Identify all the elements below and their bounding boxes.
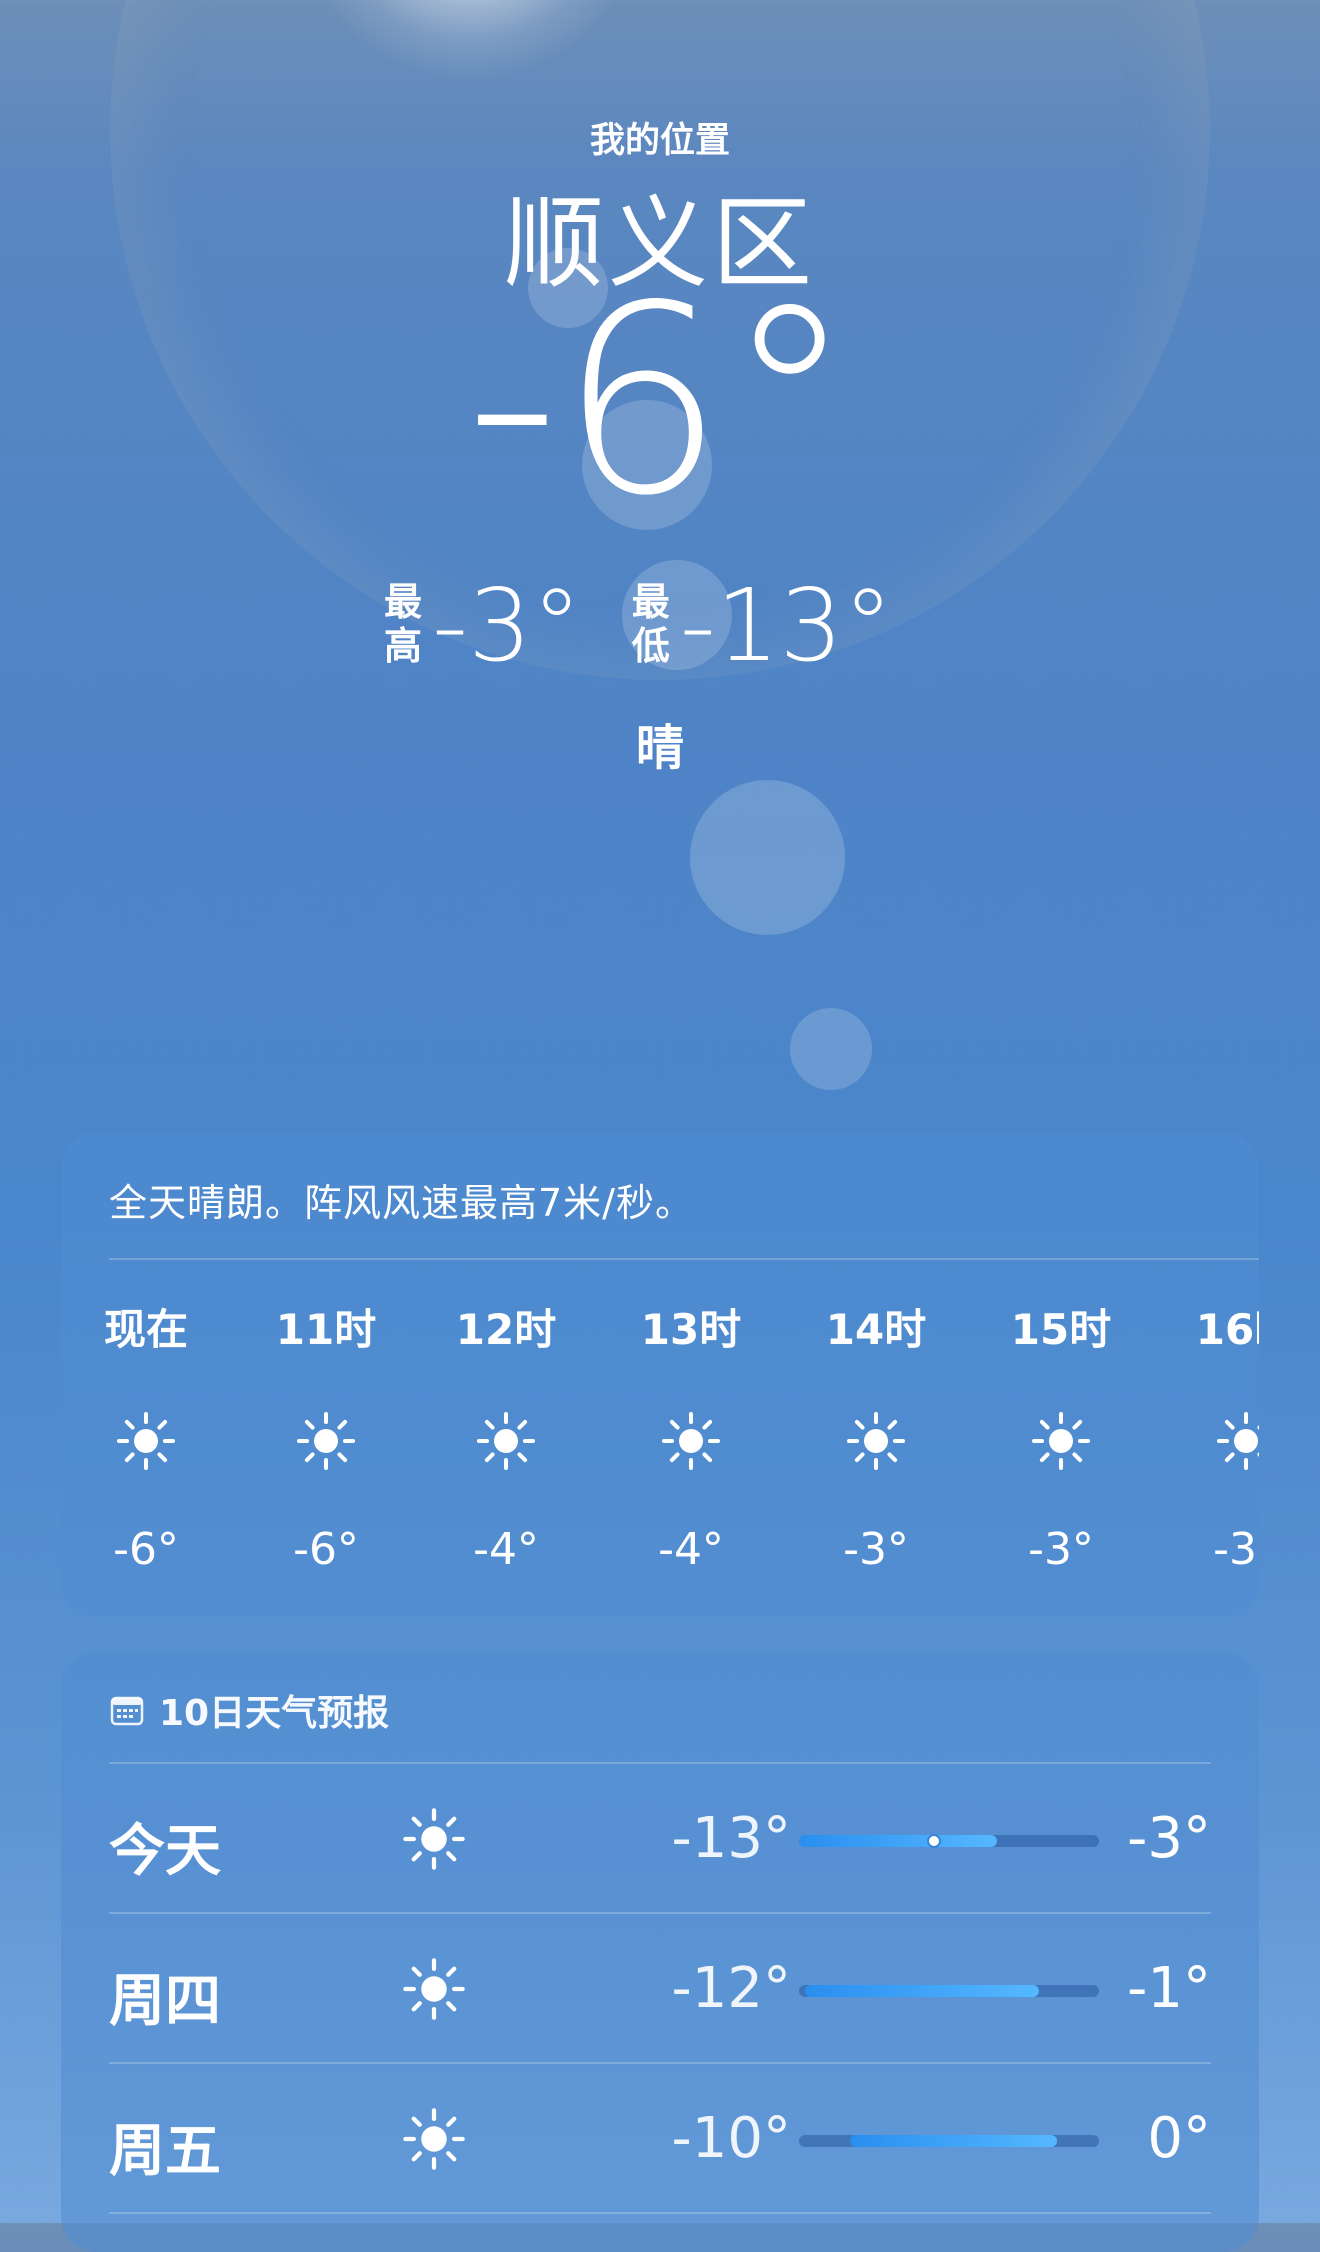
- high-label: 最 高: [384, 581, 422, 668]
- hourly-summary: 全天晴朗。阵风风速最高7米/秒。: [109, 1181, 694, 1225]
- hour-time: 现在: [103, 1305, 188, 1354]
- hour-icon-wrap: [1213, 1408, 1259, 1474]
- hour-time: 11时: [275, 1305, 377, 1354]
- hour-time: 16时: [1195, 1305, 1259, 1354]
- sun-icon: [297, 1412, 355, 1470]
- sun-icon: [403, 1958, 465, 2020]
- day-high-temp: -1°: [1127, 1956, 1211, 2021]
- lens-flare: [790, 1008, 872, 1090]
- divider: [109, 1258, 1259, 1260]
- hour-temp: -4°: [658, 1524, 724, 1575]
- hour-temp: -6°: [113, 1524, 179, 1575]
- day-low-temp: -13°: [671, 1806, 791, 1871]
- hour-temp: -3°: [1213, 1524, 1259, 1575]
- hour-icon-wrap: [658, 1408, 724, 1474]
- sun-icon: [1032, 1412, 1090, 1470]
- day-low-temp: -12°: [671, 1956, 791, 2021]
- hourly-item: 13时 -4°: [626, 1300, 756, 1575]
- day-high-temp: -3°: [1127, 1806, 1211, 1871]
- sun-icon: [477, 1412, 535, 1470]
- temperature-range-bar: [799, 2135, 1099, 2147]
- hour-icon-wrap: [473, 1408, 539, 1474]
- calendar-icon: [110, 1696, 144, 1726]
- temperature-range-bar: [799, 1985, 1099, 1997]
- hour-time: 12时: [455, 1305, 557, 1354]
- hourly-item: 15时 -3°: [996, 1300, 1126, 1575]
- daily-forecast-title: 10日天气预报: [159, 1693, 390, 1734]
- hourly-item: 11时 -6°: [261, 1300, 391, 1575]
- hour-temp: -4°: [473, 1524, 539, 1575]
- sun-icon: [1217, 1412, 1259, 1470]
- daily-forecast-header: 10日天气预报: [109, 1684, 389, 1736]
- divider: [109, 2212, 1211, 2214]
- sun-icon: [662, 1412, 720, 1470]
- hourly-forecast-card[interactable]: 全天晴朗。阵风风速最高7米/秒。 现在 -6° 11时 -6° 12时 -4° 13时 -4°…: [61, 1132, 1259, 1617]
- low-label: 最 低: [632, 581, 670, 668]
- high-temp: -3°: [432, 566, 582, 684]
- sun-icon: [847, 1412, 905, 1470]
- low-label-char-1: 最: [631, 580, 670, 625]
- hour-icon-wrap: [843, 1408, 909, 1474]
- location-label: 我的位置: [589, 121, 730, 161]
- hour-icon-wrap: [113, 1408, 179, 1474]
- hour-time: 15时: [1010, 1305, 1112, 1354]
- hour-time: 14时: [825, 1305, 927, 1354]
- high-label-char-2: 高: [384, 624, 423, 668]
- daily-forecast-card[interactable]: 10日天气预报 今天 -13° -3° 周四 -12° -1° 周五 -10° 0°: [61, 1652, 1259, 2252]
- day-high-temp: 0°: [1147, 2106, 1211, 2171]
- daily-row[interactable]: 周四 -12° -1°: [109, 1914, 1211, 2064]
- daily-row[interactable]: 周五 -10° 0°: [109, 2064, 1211, 2214]
- hour-temp: -3°: [1028, 1524, 1094, 1575]
- current-temp-marker: [927, 1834, 941, 1848]
- temperature-range-bar: [799, 1834, 1099, 1848]
- sun-icon: [403, 2108, 465, 2170]
- lens-flare: [690, 780, 845, 935]
- day-icon-wrap: [399, 1954, 469, 2024]
- temperature-range-fill: [799, 1835, 997, 1847]
- high-label-char-1: 最: [384, 580, 423, 625]
- temperature-range-fill: [850, 2135, 1057, 2147]
- day-low-temp: -10°: [671, 2106, 791, 2171]
- day-name: 今天: [109, 1819, 221, 1884]
- hourly-item: 14时 -3°: [811, 1300, 941, 1575]
- high-low-temps: 最 高 -3° 最 低 -13°: [384, 567, 943, 684]
- hourly-item: 16时 -3°: [1181, 1300, 1259, 1575]
- hourly-item: 现在 -6°: [81, 1300, 211, 1575]
- hour-time: 13时: [640, 1305, 742, 1354]
- sun-icon: [117, 1412, 175, 1470]
- day-icon-wrap: [399, 1804, 469, 1874]
- temperature-range-fill: [805, 1985, 1039, 1997]
- sun-icon: [403, 1808, 465, 1870]
- low-label-char-2: 低: [631, 624, 670, 668]
- day-icon-wrap: [399, 2104, 469, 2174]
- hourly-item: 12时 -4°: [441, 1300, 571, 1575]
- daily-row[interactable]: 今天 -13° -3°: [109, 1764, 1211, 1914]
- low-temp: -13°: [679, 566, 894, 684]
- hour-icon-wrap: [293, 1408, 359, 1474]
- hour-temp: -3°: [843, 1524, 909, 1575]
- hour-temp: -6°: [293, 1524, 359, 1575]
- current-temperature: -6°: [465, 251, 855, 553]
- weather-condition: 晴: [635, 720, 684, 776]
- day-name: 周五: [109, 2119, 221, 2184]
- day-name: 周四: [109, 1969, 221, 2034]
- hour-icon-wrap: [1028, 1408, 1094, 1474]
